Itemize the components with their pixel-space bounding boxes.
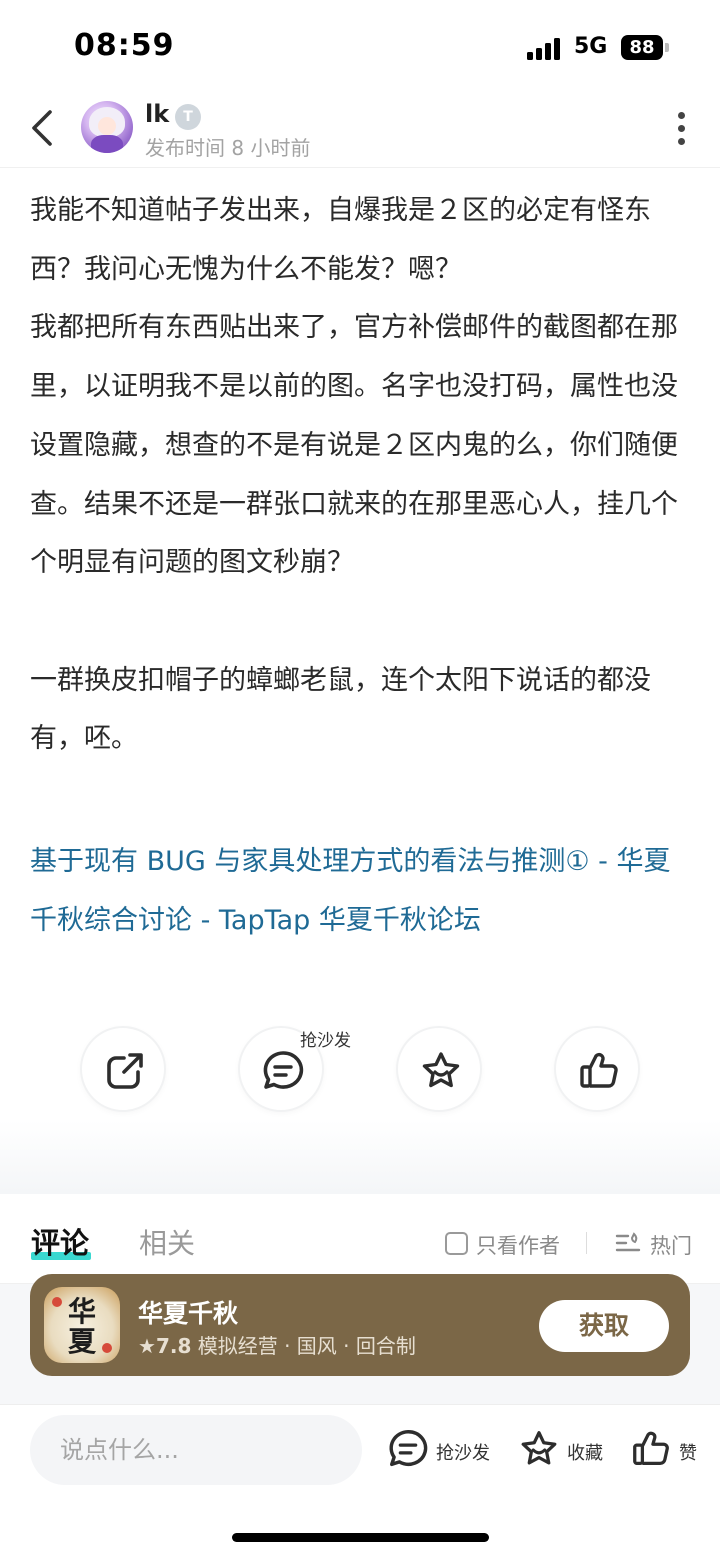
- sort-icon: [615, 1232, 641, 1252]
- like-icon: [580, 1052, 618, 1088]
- divider-band: [0, 1120, 720, 1194]
- game-meta: ★7.8 模拟经营 · 国风 · 回合制: [138, 1330, 416, 1359]
- back-button[interactable]: [24, 106, 64, 150]
- post-time: 发布时间 8 小时前: [145, 136, 311, 160]
- game-tags: 模拟经营 · 国风 · 回合制: [197, 1334, 416, 1358]
- game-title: 华夏千秋: [138, 1299, 239, 1328]
- favorite-icon: [422, 1052, 460, 1088]
- checkbox-icon: [445, 1232, 468, 1255]
- comment-input[interactable]: [30, 1415, 362, 1485]
- tab-divider: [586, 1232, 587, 1254]
- comment-hint: 抢沙发: [300, 1031, 351, 1051]
- network-label: 5G: [574, 34, 608, 59]
- post-actions: 抢沙发: [0, 1020, 720, 1120]
- game-icon: 华 夏: [44, 1287, 120, 1363]
- signal-icon: [527, 38, 563, 60]
- bottom-favorite-button[interactable]: 收藏: [517, 1427, 607, 1475]
- tab-comments[interactable]: 评论: [31, 1220, 89, 1262]
- bottom-favorite-label: 收藏: [567, 1443, 603, 1464]
- comment-icon: [389, 1430, 428, 1467]
- bottom-like-label: 赞: [679, 1443, 697, 1464]
- favorite-button[interactable]: [396, 1026, 482, 1112]
- bottom-like-button[interactable]: 赞: [629, 1427, 701, 1475]
- post-header: lk T 发布时间 8 小时前: [0, 90, 720, 168]
- like-button[interactable]: [554, 1026, 640, 1112]
- avatar[interactable]: [81, 101, 133, 153]
- sort-label: 热门: [650, 1234, 692, 1258]
- get-button[interactable]: 获取: [539, 1300, 669, 1352]
- username[interactable]: lk: [145, 100, 169, 128]
- status-time: 08:59: [74, 28, 175, 63]
- share-icon: [107, 1053, 143, 1089]
- game-rating: 7.8: [155, 1334, 192, 1358]
- like-icon: [633, 1431, 669, 1465]
- game-banner[interactable]: 华 夏 华夏千秋 ★7.8 模拟经营 · 国风 · 回合制 获取: [30, 1274, 690, 1376]
- status-bar: 08:59 5G 88: [0, 0, 720, 90]
- author-only-label: 只看作者: [476, 1234, 560, 1258]
- star-icon: ★: [138, 1334, 156, 1358]
- bottom-bar: 抢沙发 收藏 赞: [0, 1404, 720, 1558]
- comment-icon: [263, 1051, 304, 1089]
- bottom-comment-button[interactable]: 抢沙发: [386, 1427, 496, 1475]
- user-badge-icon: T: [175, 104, 201, 130]
- tab-related[interactable]: 相关: [139, 1222, 195, 1262]
- battery-tip: [665, 43, 669, 52]
- chevron-left-icon: [32, 110, 52, 146]
- post-body: 我能不知道帖子发出来，自爆我是２区的必定有怪东西？我问心无愧为什么不能发？嗯？ …: [30, 195, 678, 755]
- bottom-comment-label: 抢沙发: [436, 1443, 490, 1464]
- more-button[interactable]: [670, 110, 694, 146]
- comment-tabs: 评论 相关 只看作者 热门: [0, 1194, 720, 1284]
- share-button[interactable]: [80, 1026, 166, 1112]
- battery-icon: 88: [621, 35, 663, 60]
- favorite-icon: [521, 1431, 557, 1465]
- home-indicator[interactable]: [232, 1533, 489, 1542]
- post-link[interactable]: 基于现有 BUG 与家具处理方式的看法与推测① - 华夏千秋综合讨论 - Tap…: [30, 833, 692, 950]
